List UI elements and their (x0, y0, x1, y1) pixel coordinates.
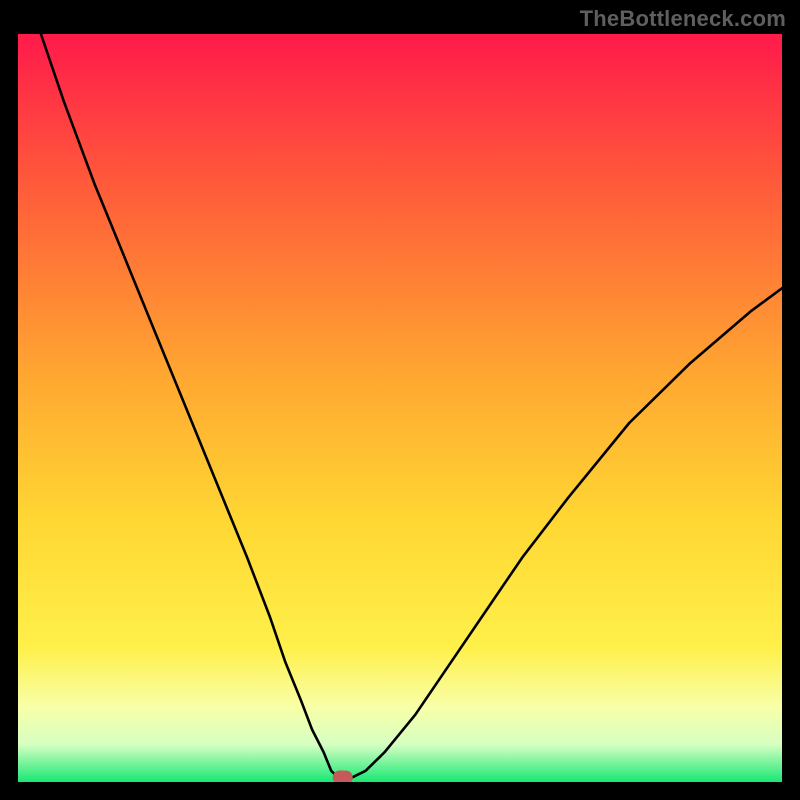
watermark-text: TheBottleneck.com (580, 6, 786, 32)
chart-svg (18, 34, 782, 782)
chart-container: TheBottleneck.com (0, 0, 800, 800)
optimal-marker (333, 771, 353, 783)
gradient-background (18, 34, 782, 782)
plot-area (18, 34, 782, 782)
